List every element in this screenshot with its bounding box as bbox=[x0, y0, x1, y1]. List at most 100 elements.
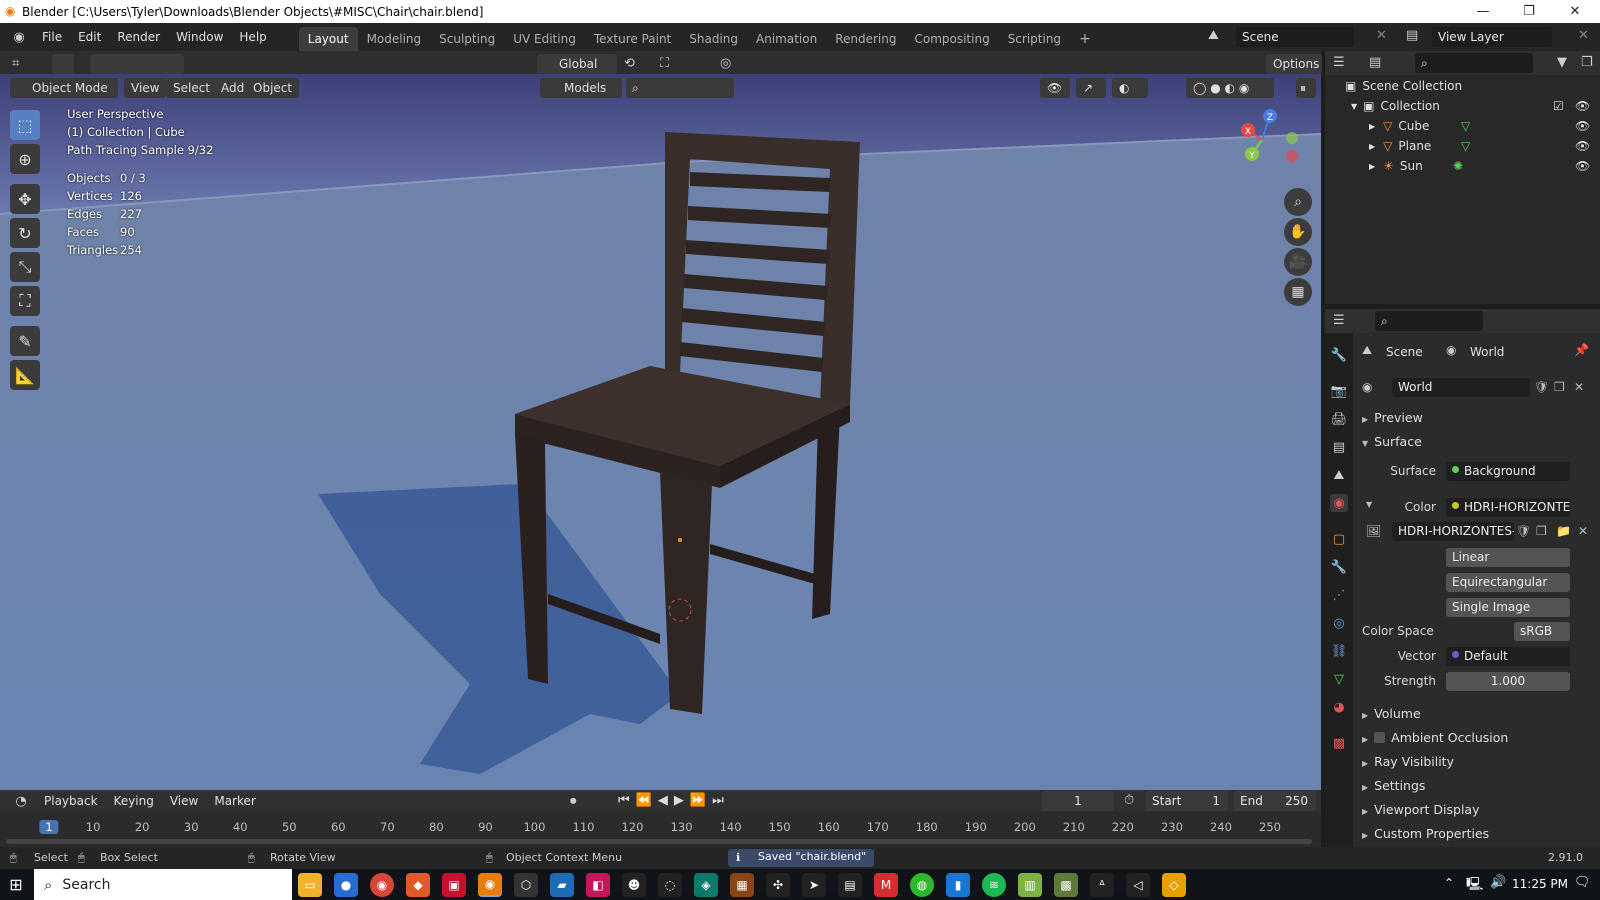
color-space-dropdown[interactable]: sRGB bbox=[1514, 622, 1570, 641]
options-dropdown[interactable]: Options bbox=[1266, 54, 1322, 74]
app-icon[interactable]: ➤ bbox=[802, 872, 826, 897]
timeline-editor-type-icon[interactable]: ◔ bbox=[6, 794, 36, 809]
outliner-search-input[interactable]: ⌕ bbox=[1415, 53, 1533, 73]
collection-filter-dropdown[interactable]: Models bbox=[540, 78, 622, 98]
section-volume[interactable]: ▶ Volume bbox=[1362, 706, 1421, 721]
menu-view[interactable]: View bbox=[124, 78, 167, 98]
texture-tab-icon[interactable]: ▩ bbox=[1330, 734, 1348, 752]
notification-icon[interactable]: 🗨 bbox=[1574, 875, 1591, 890]
pivot-icon[interactable]: ⟲ bbox=[624, 56, 635, 71]
object-tab-icon[interactable]: ▢ bbox=[1330, 530, 1348, 548]
playback-controls[interactable]: ⏮⏪◀▶⏩⏭ bbox=[618, 793, 730, 808]
minecraft-icon[interactable]: ▩ bbox=[1054, 872, 1078, 897]
outliner-scene-collection[interactable]: ▣ Scene Collection bbox=[1325, 76, 1600, 96]
tool-rotate[interactable]: ↻ bbox=[10, 218, 40, 248]
eye-icon[interactable]: 👁 bbox=[1575, 139, 1590, 153]
view-layer-field[interactable]: View Layer bbox=[1432, 27, 1552, 47]
minimize-icon[interactable]: — bbox=[1460, 0, 1506, 23]
app-icon[interactable]: ◍ bbox=[910, 872, 934, 897]
expand-arrow-icon[interactable]: ▼ bbox=[1351, 102, 1357, 111]
taskbar-clock[interactable]: 11:25 PM bbox=[1512, 877, 1568, 891]
visibility-dropdown[interactable]: 👁 bbox=[1040, 78, 1070, 98]
current-frame-field[interactable]: 1 bbox=[1042, 791, 1114, 811]
fake-user-icon[interactable]: 🛡 bbox=[1534, 380, 1549, 394]
proportional-edit-icon[interactable]: ◎ bbox=[720, 56, 731, 71]
pan-view-button[interactable]: ✋ bbox=[1284, 218, 1312, 246]
menu-keying[interactable]: Keying bbox=[106, 787, 162, 815]
image-duplicate-icon[interactable]: ❐ bbox=[1536, 524, 1547, 538]
scene-tab-icon[interactable]: ⛰ bbox=[1330, 466, 1348, 484]
tab-shading[interactable]: Shading bbox=[680, 27, 747, 51]
app-icon[interactable]: ◆ bbox=[406, 872, 430, 897]
material-tab-icon[interactable]: ◕ bbox=[1330, 698, 1348, 716]
app-icon[interactable]: ◇ bbox=[1162, 872, 1186, 897]
app-icon[interactable]: ◈ bbox=[694, 872, 718, 897]
shading-modes[interactable]: ◯ ● ◐ ◉ bbox=[1186, 78, 1274, 98]
windows-start-icon[interactable]: ⊞ bbox=[4, 873, 28, 897]
tool-scale[interactable]: ⤡ bbox=[10, 252, 40, 282]
section-ambient-occlusion[interactable]: ▶ Ambient Occlusion bbox=[1362, 730, 1508, 745]
tab-compositing[interactable]: Compositing bbox=[905, 27, 998, 51]
stopwatch-icon[interactable]: ⏱ bbox=[1124, 793, 1134, 808]
outliner-collection[interactable]: ▼ ▣ Collection ☑ 👁 bbox=[1325, 96, 1600, 116]
zoom-view-button[interactable]: ⌕ bbox=[1284, 188, 1312, 216]
pin-icon[interactable]: 📌 bbox=[1574, 343, 1589, 357]
eye-icon[interactable]: 👁 bbox=[1575, 99, 1590, 113]
app-icon[interactable]: ▣ bbox=[442, 872, 466, 897]
menu-timeline-view[interactable]: View bbox=[162, 787, 206, 815]
file-explorer-icon[interactable]: ▭ bbox=[298, 872, 322, 897]
expand-arrow-icon[interactable]: ▶ bbox=[1369, 122, 1375, 131]
eye-icon[interactable]: 👁 bbox=[1575, 159, 1590, 173]
app-icon[interactable]: ▮ bbox=[946, 872, 970, 897]
output-tab-icon[interactable]: 🖨 bbox=[1330, 410, 1348, 428]
world-tab-icon[interactable]: ◉ bbox=[1330, 494, 1348, 512]
ortho-toggle-button[interactable]: ▦ bbox=[1284, 278, 1312, 306]
overlays-toggle[interactable]: ◐ bbox=[1112, 78, 1148, 98]
app-icon[interactable]: ▤ bbox=[838, 872, 862, 897]
menu-render[interactable]: Render bbox=[109, 23, 168, 51]
taskbar-search-box[interactable]: ⌕ Search bbox=[34, 869, 292, 900]
ao-checkbox[interactable] bbox=[1374, 732, 1386, 743]
unity-icon[interactable]: ⬡ bbox=[514, 872, 538, 897]
navigation-gizmo[interactable]: Z X Y bbox=[1230, 108, 1300, 168]
pause-render-icon[interactable]: ⏸ bbox=[1296, 78, 1316, 98]
select-tool-icon[interactable] bbox=[52, 54, 74, 74]
properties-search-input[interactable]: ⌕ bbox=[1375, 311, 1483, 331]
expand-arrow-icon[interactable]: ▶ bbox=[1369, 162, 1375, 171]
tool-annotate[interactable]: ✎ bbox=[10, 326, 40, 356]
color-input-field[interactable]: HDRI-HORIZONTES-... bbox=[1446, 498, 1570, 517]
new-collection-icon[interactable]: ❐ bbox=[1581, 55, 1593, 70]
scene-icon[interactable]: ⛰ bbox=[1208, 28, 1219, 43]
outliner-item-plane[interactable]: ▶ ▽ Plane ▽ 👁 bbox=[1325, 136, 1600, 156]
properties-editor-type-icon[interactable]: ☰ bbox=[1333, 313, 1345, 328]
image-browse-icon[interactable]: 🖼 bbox=[1366, 524, 1381, 538]
transform-orientation-dropdown[interactable]: Global bbox=[537, 54, 617, 74]
data-tab-icon[interactable]: ▽ bbox=[1330, 670, 1348, 688]
image-unlink-icon[interactable]: ✕ bbox=[1578, 524, 1588, 538]
section-viewport-display[interactable]: ▶ Viewport Display bbox=[1362, 802, 1480, 817]
menu-playback[interactable]: Playback bbox=[36, 787, 106, 815]
view-layer-icon[interactable]: ▤ bbox=[1406, 28, 1418, 43]
vector-input-field[interactable]: Default bbox=[1446, 647, 1570, 666]
outliner-item-cube[interactable]: ▶ ▽ Cube ▽ 👁 bbox=[1325, 116, 1600, 136]
view-layer-close-icon[interactable]: ✕ bbox=[1578, 28, 1589, 43]
particles-tab-icon[interactable]: ⋰ bbox=[1330, 586, 1348, 604]
section-preview[interactable]: ▶ Preview bbox=[1362, 410, 1423, 425]
app-icon[interactable]: ◧ bbox=[586, 872, 610, 897]
tray-chevron-icon[interactable]: ⌃ bbox=[1444, 876, 1454, 890]
checkbox-icon[interactable]: ☑ bbox=[1553, 99, 1564, 113]
app-icon[interactable]: ◁ bbox=[1126, 872, 1150, 897]
outliner-item-sun[interactable]: ▶ ☀ Sun ✺ 👁 bbox=[1325, 156, 1600, 176]
snap-icon[interactable]: ⛶ bbox=[660, 56, 669, 71]
tab-texture-paint[interactable]: Texture Paint bbox=[585, 27, 680, 51]
tab-scripting[interactable]: Scripting bbox=[999, 27, 1070, 51]
expand-arrow-icon[interactable]: ▶ bbox=[1369, 142, 1375, 151]
section-settings[interactable]: ▶ Settings bbox=[1362, 778, 1425, 793]
gizmo-toggle[interactable]: ↗ bbox=[1076, 78, 1106, 98]
network-icon[interactable]: 🖳 bbox=[1466, 875, 1483, 897]
image-name-field[interactable]: HDRI-HORIZONTES-... bbox=[1392, 522, 1514, 541]
timeline-scrollbar[interactable] bbox=[6, 839, 1312, 844]
render-tab-icon[interactable]: 📷 bbox=[1330, 382, 1348, 400]
app-icon[interactable]: ◌ bbox=[658, 872, 682, 897]
menu-edit[interactable]: Edit bbox=[70, 23, 109, 51]
